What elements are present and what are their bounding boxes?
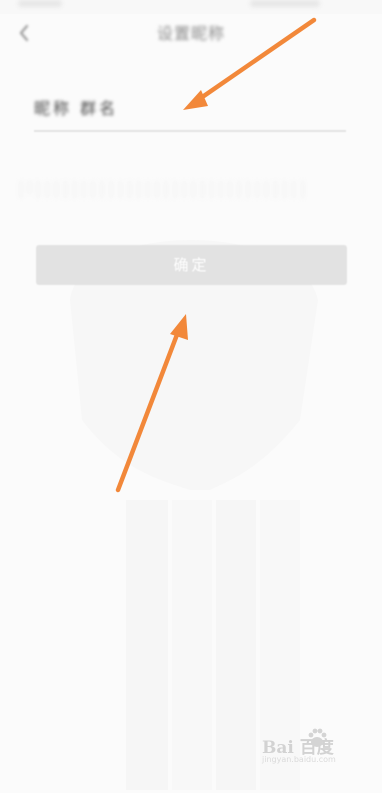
input-underline — [34, 130, 346, 132]
watermark-url: jingyan.baidu.com — [262, 755, 336, 764]
status-indicator — [18, 0, 62, 7]
nickname-field[interactable]: 昵称 群名 — [34, 88, 346, 134]
nickname-value[interactable]: 昵称 群名 — [34, 95, 118, 119]
page-title: 设置昵称 — [156, 24, 225, 43]
baidu-paw-icon — [308, 728, 327, 747]
confirm-button[interactable]: 确定 — [36, 245, 347, 285]
hint-text: | l | | | | | | | | | | | | | | | | | | … — [18, 179, 306, 199]
nav-bar: 设置昵称 — [0, 14, 382, 50]
watermark: Bai 百度 jingyan.baidu.com — [262, 727, 360, 771]
status-bar — [0, 0, 382, 14]
status-indicator — [250, 0, 320, 7]
